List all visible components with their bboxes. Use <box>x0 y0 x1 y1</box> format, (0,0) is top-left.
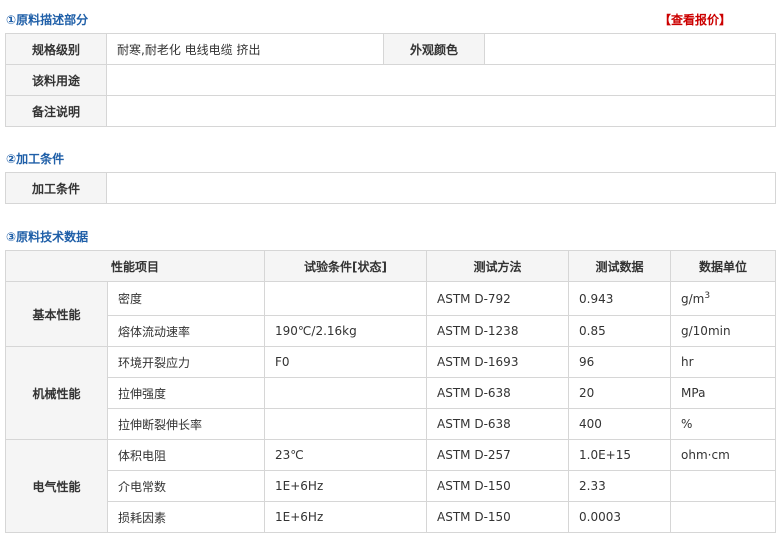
row-unit: ohm·cm <box>670 439 777 471</box>
header-property: 性能项目 <box>4 250 266 282</box>
row-method: ASTM D-638 <box>426 377 570 409</box>
tech-data-table: 性能项目 试验条件[状态] 测试方法 测试数据 数据单位 基本性能 密度 AST… <box>4 250 777 533</box>
row-value: 400 <box>568 408 672 440</box>
row-item: 拉伸强度 <box>106 377 266 409</box>
process-value <box>106 172 776 204</box>
row-condition <box>264 408 428 440</box>
table-row: 介电常数 1E+6Hz ASTM D-150 2.33 <box>6 470 777 502</box>
row-item: 密度 <box>106 281 266 316</box>
row-unit <box>670 501 777 533</box>
row-condition: 23℃ <box>264 439 428 471</box>
row-condition <box>264 377 428 409</box>
table-row: 基本性能 密度 ASTM D-792 0.943 g/m3 <box>5 281 777 347</box>
row-method: ASTM D-792 <box>426 281 570 316</box>
table-row: 拉伸断裂伸长率 ASTM D-638 400 % <box>6 408 777 440</box>
row-unit: MPa <box>670 377 777 409</box>
section-title-tech-data: ③原料技术数据 <box>6 230 89 244</box>
spec-label: 规格级别 <box>5 33 107 65</box>
table-row: 电气性能 体积电阻 23℃ ASTM D-257 1.0E+15 ohm·cm <box>5 439 777 533</box>
row-condition: 1E+6Hz <box>264 470 428 502</box>
row-item: 损耗因素 <box>106 501 266 533</box>
row-value: 1.0E+15 <box>568 439 672 471</box>
view-quote-link[interactable]: 【查看报价】 <box>659 11 731 28</box>
row-value: 96 <box>568 346 672 378</box>
row-value: 0.943 <box>568 281 672 316</box>
row-unit <box>670 470 777 502</box>
row-item: 拉伸断裂伸长率 <box>106 408 266 440</box>
table-row: 损耗因素 1E+6Hz ASTM D-150 0.0003 <box>6 501 777 533</box>
usage-label: 该料用途 <box>5 64 107 96</box>
usage-value <box>106 64 776 96</box>
row-condition: 1E+6Hz <box>264 501 428 533</box>
row-condition: 190℃/2.16kg <box>264 315 428 347</box>
table-row: 熔体流动速率 190℃/2.16kg ASTM D-1238 0.85 g/10… <box>6 315 777 347</box>
row-unit: g/m3 <box>670 281 777 316</box>
header-method: 测试方法 <box>426 250 570 282</box>
row-item: 熔体流动速率 <box>106 315 266 347</box>
row-method: ASTM D-638 <box>426 408 570 440</box>
row-unit: hr <box>670 346 777 378</box>
row-unit: g/10min <box>670 315 777 347</box>
row-condition <box>264 281 428 316</box>
row-method: ASTM D-1693 <box>426 346 570 378</box>
row-item: 介电常数 <box>106 470 266 502</box>
table-row: 机械性能 环境开裂应力 F0 ASTM D-1693 96 hr <box>5 346 777 440</box>
row-unit: % <box>670 408 777 440</box>
row-item: 环境开裂应力 <box>106 346 266 378</box>
section-title-description: ①原料描述部分 <box>6 13 89 27</box>
row-method: ASTM D-150 <box>426 470 570 502</box>
unit-superscript: 3 <box>704 291 711 301</box>
unit-text: g/m <box>681 292 705 306</box>
row-condition: F0 <box>264 346 428 378</box>
description-table: 规格级别 耐寒,耐老化 电线电缆 挤出 外观颜色 该料用途 备注说明 <box>5 33 776 127</box>
row-value: 20 <box>568 377 672 409</box>
remark-label: 备注说明 <box>5 95 107 127</box>
group-electrical: 电气性能 <box>5 439 108 533</box>
section-title-process: ②加工条件 <box>6 152 65 166</box>
row-value: 0.0003 <box>568 501 672 533</box>
process-table: 加工条件 <box>5 172 776 204</box>
header-unit: 数据单位 <box>670 250 777 282</box>
remark-value <box>106 95 776 127</box>
header-value: 测试数据 <box>568 250 672 282</box>
row-item: 体积电阻 <box>106 439 266 471</box>
process-label: 加工条件 <box>5 172 107 204</box>
group-mechanical: 机械性能 <box>5 346 108 440</box>
row-value: 2.33 <box>568 470 672 502</box>
spec-value: 耐寒,耐老化 电线电缆 挤出 <box>106 33 384 65</box>
row-value: 0.85 <box>568 315 672 347</box>
header-condition: 试验条件[状态] <box>264 250 428 282</box>
row-method: ASTM D-1238 <box>426 315 570 347</box>
table-row: 拉伸强度 ASTM D-638 20 MPa <box>6 377 777 409</box>
row-method: ASTM D-257 <box>426 439 570 471</box>
appearance-value <box>484 33 776 65</box>
group-basic: 基本性能 <box>5 281 108 347</box>
row-method: ASTM D-150 <box>426 501 570 533</box>
appearance-label: 外观颜色 <box>383 33 485 65</box>
